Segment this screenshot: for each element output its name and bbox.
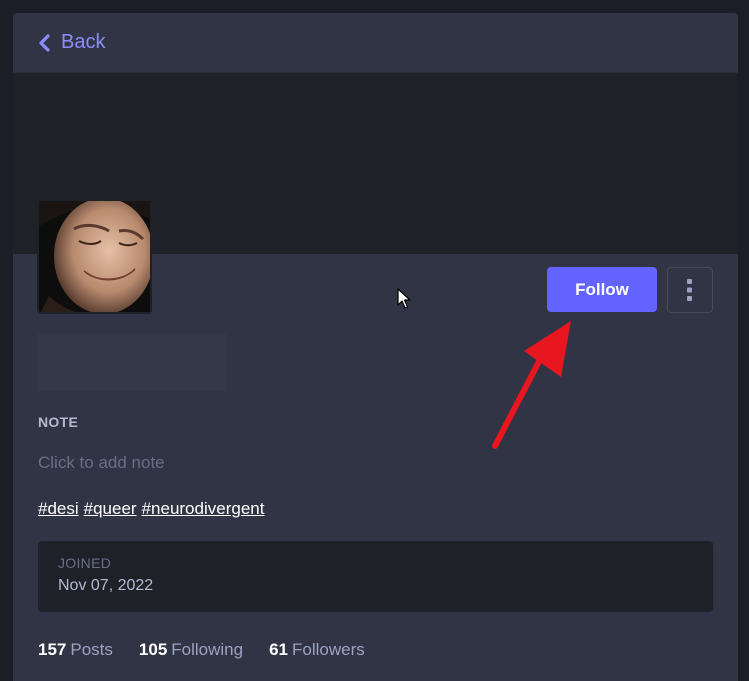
avatar-image [39,201,150,312]
joined-label: JOINED [58,555,112,571]
vertical-ellipsis-icon [687,279,692,301]
more-options-button[interactable] [667,267,713,313]
stat-posts[interactable]: 157 Posts [38,640,113,660]
stat-label: Posts [70,640,113,659]
joined-date: Nov 07, 2022 [58,577,154,594]
stat-count: 105 [138,640,168,659]
hashtag-link[interactable]: #neurodivergent [142,499,265,518]
stat-count: 61 [269,640,289,659]
stat-label: Followers [292,640,365,659]
chevron-left-icon [39,33,50,52]
note-label: NOTE [38,414,79,430]
follow-button[interactable]: Follow [547,267,657,312]
stat-count: 157 [38,640,67,659]
mouse-pointer-icon [397,288,411,309]
column-header: Back [13,13,738,73]
bio-hashtags: #desi #queer #neurodivergent [38,499,269,519]
hashtag-link[interactable]: #desi [38,499,79,518]
note-input[interactable]: Click to add note [38,453,165,473]
stat-label: Following [171,640,244,659]
display-name-area [37,333,227,391]
profile-panel: Back Follow NOTE Click to add note #desi… [13,13,738,681]
back-label: Back [61,31,106,53]
account-stats: 157 Posts 105 Following 61 Followers [38,640,365,660]
joined-field: JOINED Nov 07, 2022 [38,541,713,612]
stat-followers[interactable]: 61 Followers [269,640,365,660]
hashtag-link[interactable]: #queer [84,499,137,518]
back-button[interactable]: Back [37,31,105,54]
stat-following[interactable]: 105 Following [139,640,243,660]
avatar[interactable] [37,199,152,314]
